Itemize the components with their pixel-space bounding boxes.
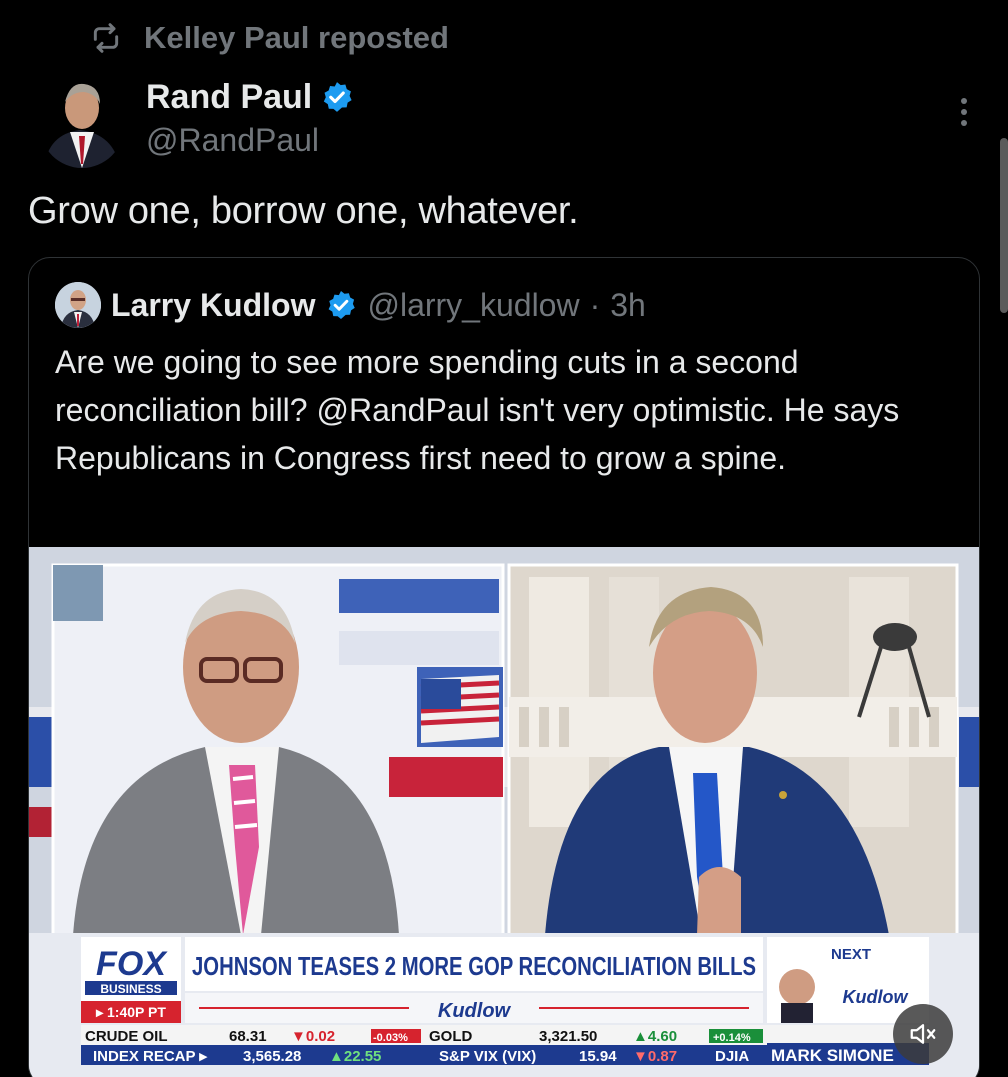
verified-badge-icon (329, 291, 356, 319)
more-options-icon[interactable] (950, 92, 978, 132)
show-name: Kudlow (438, 1000, 512, 1022)
quoted-author-avatar-image (55, 282, 101, 328)
quoted-post-card[interactable]: Larry Kudlow @larry_kudlow · 3h Are we g… (28, 257, 980, 1077)
ticker-crude-change: ▼0.02 (291, 1028, 335, 1045)
quoted-author-avatar[interactable] (55, 282, 101, 328)
ticker-djia-label: DJIA (715, 1048, 749, 1065)
post-text: Grow one, borrow one, whatever. (28, 190, 579, 232)
repost-icon (93, 23, 119, 53)
author-handle: @RandPaul (146, 122, 320, 158)
video-player[interactable]: FOX BUSINESS ▸ 1:40P PT JOHNSON TEASES 2… (29, 547, 979, 1077)
repost-label: Kelley Paul reposted (144, 20, 449, 55)
ticker-crude-pct: -0.03% (373, 1032, 408, 1044)
headline: JOHNSON TEASES 2 MORE GOP RECONCILIATION… (192, 951, 756, 981)
quoted-author-name[interactable]: Larry Kudlow (111, 287, 315, 324)
quoted-author-handle: @larry_kudlow (367, 286, 580, 323)
quoted-separator: · (589, 286, 601, 323)
verified-badge-icon (324, 82, 352, 112)
network-sub: BUSINESS (100, 982, 161, 996)
ticker-crude-value: 68.31 (229, 1028, 267, 1045)
ticker-gold-value: 3,321.50 (539, 1028, 597, 1045)
muted-speaker-icon[interactable] (893, 1004, 953, 1064)
ticker-vix-value: 15.94 (579, 1048, 617, 1065)
ticker-index-value: 3,565.28 (243, 1048, 301, 1065)
author-name-row[interactable]: Rand Paul (146, 76, 354, 118)
quoted-post-text: Are we going to see more spending cuts i… (55, 344, 900, 476)
ticker-index-change: ▲22.55 (329, 1048, 381, 1065)
author-avatar-image (40, 72, 124, 168)
author-avatar[interactable] (40, 72, 124, 168)
ticker-gold-change: ▲4.60 (633, 1028, 677, 1045)
ticker-gold-pct: +0.14% (713, 1032, 751, 1044)
next-show: Kudlow (843, 987, 909, 1007)
author-name: Rand Paul (146, 77, 313, 116)
author-block[interactable]: Rand Paul @RandPaul (146, 76, 354, 159)
ticker-vix-change: ▼0.87 (633, 1048, 677, 1065)
repost-indicator[interactable]: Kelley Paul reposted (90, 18, 449, 58)
ticker-gold-label: GOLD (429, 1028, 472, 1045)
ticker-vix-label: S&P VIX (VIX) (439, 1048, 536, 1065)
ticker-crude-label: CRUDE OIL (85, 1028, 168, 1045)
quoted-post-header: Larry Kudlow @larry_kudlow · 3h (55, 282, 646, 328)
next-label: NEXT (831, 946, 871, 963)
quoted-timestamp[interactable]: 3h (610, 287, 646, 324)
ticker-index-recap: INDEX RECAP ▸ (93, 1048, 208, 1065)
video-frame: FOX BUSINESS ▸ 1:40P PT JOHNSON TEASES 2… (29, 547, 979, 1077)
next-host: MARK SIMONE (771, 1046, 894, 1065)
scrollbar-thumb[interactable] (1000, 138, 1008, 313)
broadcast-time: ▸ 1:40P PT (95, 1004, 166, 1020)
network-logo: FOX (96, 945, 168, 983)
